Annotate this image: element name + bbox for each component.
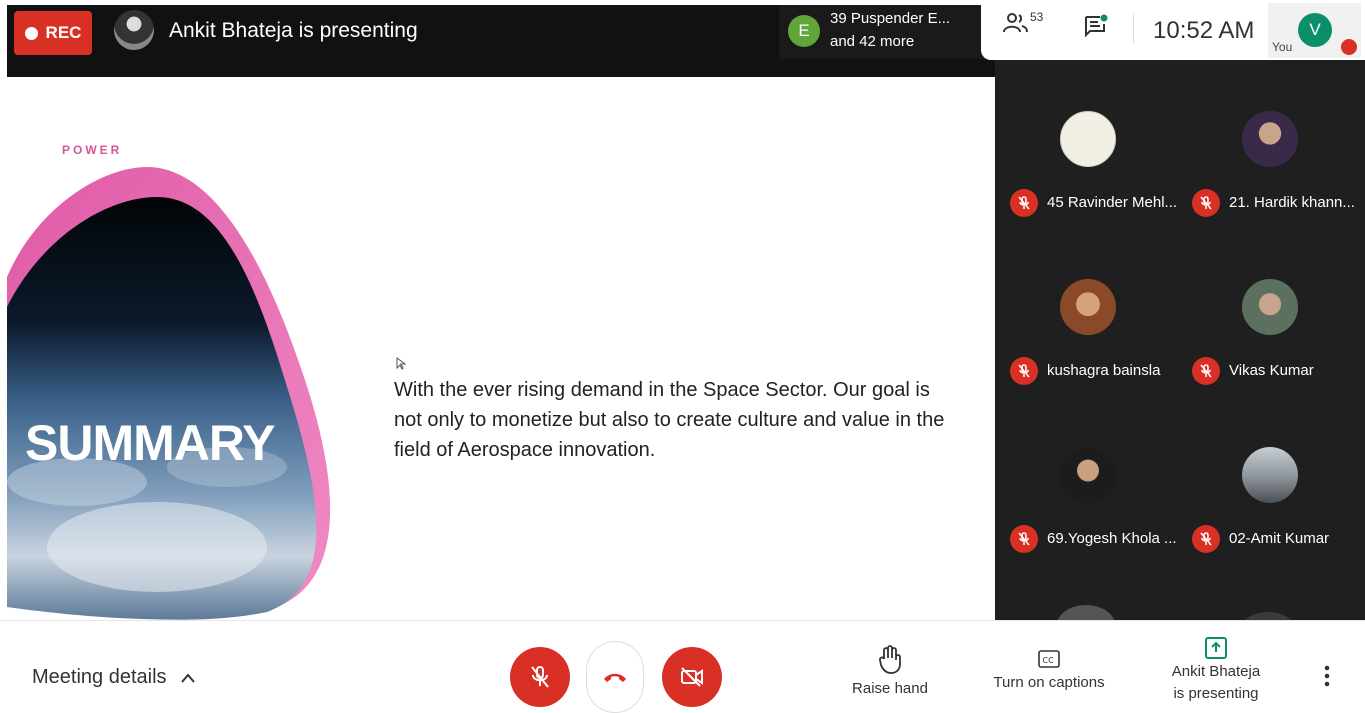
- recording-badge[interactable]: REC: [14, 11, 92, 55]
- presenting-button[interactable]: Ankit Bhateja is presenting: [1164, 637, 1268, 705]
- captions-label: Turn on captions: [993, 674, 1105, 691]
- presenter-avatar: [114, 10, 154, 50]
- participant-avatar: [1060, 279, 1116, 335]
- people-button[interactable]: 53: [1003, 10, 1044, 34]
- slide-brand: POWER: [62, 143, 123, 157]
- participant-avatar: [1242, 279, 1298, 335]
- status-bar: 53 10:52 AM You V: [981, 0, 1365, 60]
- captions-icon: CC: [1038, 650, 1060, 668]
- people-icon: [1003, 13, 1028, 33]
- mic-off-icon: [1192, 525, 1220, 553]
- hang-up-icon: [604, 673, 626, 682]
- participant-avatar: [1060, 447, 1116, 503]
- participant-tile[interactable]: kushagra bainsla: [1003, 228, 1181, 388]
- control-bar: Meeting details Raise hand CC Turn on ca…: [0, 620, 1365, 713]
- others-count: and 42 more: [830, 33, 915, 50]
- participant-avatar: [1060, 111, 1116, 167]
- present-screen-icon: [1205, 637, 1227, 659]
- participant-avatar: [1057, 605, 1115, 620]
- slide-body-text: With the ever rising demand in the Space…: [394, 379, 945, 461]
- meeting-details-button[interactable]: Meeting details: [32, 666, 195, 689]
- more-options-icon[interactable]: [1323, 665, 1331, 689]
- raise-hand-button[interactable]: Raise hand: [850, 645, 930, 697]
- record-dot-icon: [24, 26, 38, 40]
- participant-tile[interactable]: 21. Hardik khann...: [1185, 60, 1363, 220]
- mic-off-icon: [1341, 39, 1357, 55]
- participant-name: kushagra bainsla: [1047, 362, 1161, 379]
- mic-off-icon: [1010, 357, 1038, 385]
- hand-icon: [879, 645, 901, 674]
- you-label: You: [1272, 40, 1293, 54]
- presenter-bar: REC Ankit Bhateja is presenting E 39 Pus…: [7, 5, 995, 77]
- camera-off-icon: [681, 667, 703, 687]
- earth-image: [7, 167, 331, 620]
- participant-name: 21. Hardik khann...: [1229, 194, 1355, 211]
- participant-tile[interactable]: 45 Ravinder Mehl...: [1003, 60, 1181, 220]
- participant-avatar: [1242, 447, 1298, 503]
- camera-toggle-button[interactable]: [662, 647, 722, 707]
- microphone-toggle-button[interactable]: [510, 647, 570, 707]
- others-name: 39 Puspender E...: [830, 10, 951, 27]
- participants-panel: 45 Ravinder Mehl... 21. Hardik khann... …: [995, 60, 1365, 620]
- captions-button[interactable]: CC Turn on captions: [988, 649, 1110, 691]
- mic-off-icon: [1010, 525, 1038, 553]
- others-avatar: E: [788, 15, 820, 47]
- presenter-title: Ankit Bhateja is presenting: [169, 19, 418, 42]
- participant-avatar: [1242, 111, 1298, 167]
- self-avatar: V: [1298, 13, 1332, 47]
- chevron-up-icon: [180, 672, 195, 683]
- raise-hand-label: Raise hand: [852, 680, 928, 697]
- mic-off-icon: [531, 666, 549, 688]
- slide-heading: SUMMARY: [25, 415, 275, 471]
- presenting-line1: Ankit Bhateja: [1171, 663, 1261, 680]
- participant-tile[interactable]: Vikas Kumar: [1185, 228, 1363, 388]
- meet-window: REC Ankit Bhateja is presenting E 39 Pus…: [0, 0, 1365, 713]
- rec-label: REC: [45, 23, 82, 42]
- participant-tile[interactable]: 02-Amit Kumar: [1185, 396, 1363, 556]
- presentation-slide: POWER SUMMARY With the ever rising deman…: [7, 77, 995, 620]
- people-count: 53: [1030, 10, 1044, 24]
- participant-tile[interactable]: 69.Yogesh Khola ...: [1003, 396, 1181, 556]
- participant-avatar: [1239, 612, 1297, 620]
- divider: [1133, 14, 1134, 44]
- chat-icon: [1085, 14, 1108, 38]
- participant-name: 45 Ravinder Mehl...: [1047, 194, 1178, 211]
- leave-call-button[interactable]: [586, 641, 644, 713]
- meeting-details-label: Meeting details: [32, 666, 167, 688]
- mic-off-icon: [1192, 189, 1220, 217]
- mouse-cursor-icon: [396, 357, 406, 370]
- presenting-line2: is presenting: [1173, 685, 1259, 702]
- self-view[interactable]: You V: [1268, 3, 1361, 58]
- participant-name: Vikas Kumar: [1229, 362, 1314, 379]
- participant-name: 69.Yogesh Khola ...: [1047, 530, 1177, 547]
- mic-off-icon: [1192, 357, 1220, 385]
- svg-text:CC: CC: [1043, 656, 1055, 665]
- participant-name: 02-Amit Kumar: [1229, 530, 1330, 547]
- chat-button[interactable]: [1083, 14, 1109, 45]
- other-participants-chip[interactable]: E 39 Puspender E... and 42 more: [779, 5, 987, 59]
- mic-off-icon: [1010, 189, 1038, 217]
- clock: 10:52 AM: [1153, 17, 1255, 44]
